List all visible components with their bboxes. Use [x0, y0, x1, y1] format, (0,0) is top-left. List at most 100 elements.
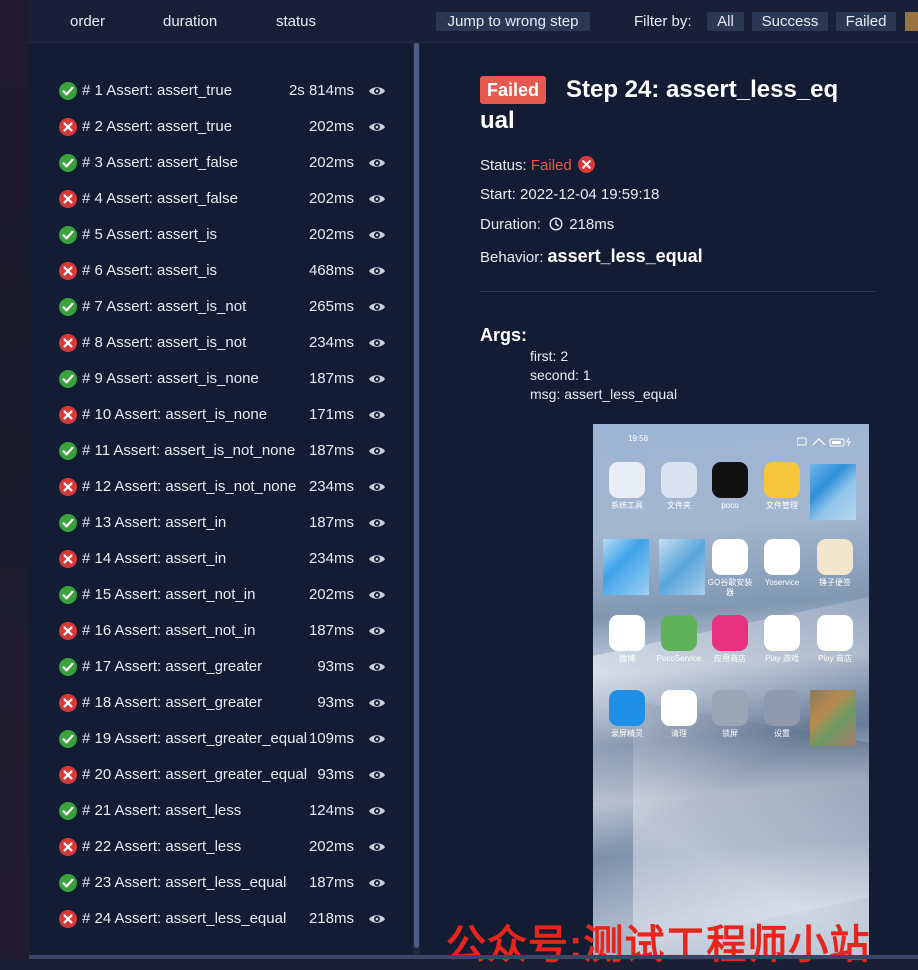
eye-icon[interactable] [368, 912, 386, 931]
app-label: poco [721, 501, 739, 510]
eye-icon[interactable] [368, 336, 386, 355]
step-row[interactable]: # 3 Assert: assert_false 202ms [59, 153, 399, 173]
step-row[interactable]: # 16 Assert: assert_not_in 187ms [59, 621, 399, 641]
arg-first: first: 2 [530, 348, 569, 364]
status-field: Status: Failed [480, 156, 595, 177]
failed-x-icon [59, 550, 77, 568]
app-label: PocoService [656, 654, 702, 663]
detail-divider [480, 291, 875, 292]
eye-icon[interactable] [368, 408, 386, 427]
eye-icon[interactable] [368, 588, 386, 607]
eye-icon[interactable] [368, 300, 386, 319]
eye-icon[interactable] [368, 696, 386, 715]
app-icon-tile [764, 615, 800, 651]
start-value: 2022-12-04 19:59:18 [520, 186, 660, 203]
step-name: # 12 Assert: assert_is_not_none [82, 478, 297, 495]
app-label: 锤子便签 [819, 578, 851, 587]
eye-icon[interactable] [368, 840, 386, 859]
app-label: 清理 [671, 729, 687, 738]
eye-icon[interactable] [368, 624, 386, 643]
eye-icon[interactable] [368, 192, 386, 211]
step-name: # 18 Assert: assert_greater [82, 694, 263, 711]
sort-order-header[interactable]: order [70, 13, 105, 30]
app-icon-tile [609, 690, 645, 726]
duration-label: Duration: [480, 216, 541, 233]
panel-scrollbar[interactable] [413, 43, 420, 959]
step-row[interactable]: # 19 Assert: assert_greater_equal 109ms [59, 729, 399, 749]
failed-x-icon [59, 118, 77, 136]
step-row[interactable]: # 24 Assert: assert_less_equal 218ms [59, 909, 399, 929]
step-row[interactable]: # 10 Assert: assert_is_none 171ms [59, 405, 399, 425]
step-row[interactable]: # 15 Assert: assert_not_in 202ms [59, 585, 399, 605]
success-check-icon [59, 442, 77, 460]
phone-status-time: 19:58 [628, 434, 649, 443]
step-duration: 171ms [308, 406, 354, 423]
behavior-field: Behavior: assert_less_equal [480, 246, 703, 267]
desktop-edge [0, 0, 29, 959]
success-check-icon [59, 514, 77, 532]
eye-icon[interactable] [368, 552, 386, 571]
step-row[interactable]: # 17 Assert: assert_greater 93ms [59, 657, 399, 677]
step-row[interactable]: # 18 Assert: assert_greater 93ms [59, 693, 399, 713]
filter-all-button[interactable]: All [707, 12, 744, 31]
step-duration: 93ms [317, 694, 354, 711]
step-name: # 9 Assert: assert_is_none [82, 370, 259, 387]
eye-icon[interactable] [368, 660, 386, 679]
sort-status-header[interactable]: status [276, 13, 316, 30]
step-row[interactable]: # 22 Assert: assert_less 202ms [59, 837, 399, 857]
step-row[interactable]: # 20 Assert: assert_greater_equal 93ms [59, 765, 399, 785]
filter-failed-button[interactable]: Failed [836, 12, 896, 31]
step-name: # 10 Assert: assert_is_none [82, 406, 268, 423]
eye-icon[interactable] [368, 732, 386, 751]
eye-icon[interactable] [368, 516, 386, 535]
step-row[interactable]: # 7 Assert: assert_is_not 265ms [59, 297, 399, 317]
app-label: 录屏精灵 [611, 729, 643, 738]
sort-duration-header[interactable]: duration [163, 13, 217, 30]
device-screenshot: 19:58 系统工具 文件夹 poco 文件管理 GO谷歌安装器 Yoservice 锤子便… [593, 424, 869, 959]
step-row[interactable]: # 9 Assert: assert_is_none 187ms [59, 369, 399, 389]
failed-x-icon [59, 478, 77, 496]
filter-success-button[interactable]: Success [752, 12, 828, 31]
pixelated-app-icon [810, 690, 856, 746]
success-check-icon [59, 298, 77, 316]
step-row[interactable]: # 5 Assert: assert_is 202ms [59, 225, 399, 245]
eye-icon[interactable] [368, 264, 386, 283]
step-row[interactable]: # 21 Assert: assert_less 124ms [59, 801, 399, 821]
eye-icon[interactable] [368, 120, 386, 139]
eye-icon[interactable] [368, 480, 386, 499]
eye-icon[interactable] [368, 228, 386, 247]
step-name: # 19 Assert: assert_greater_equal [82, 730, 308, 747]
clipped-button[interactable] [905, 12, 918, 31]
duration-field: Duration: 218ms [480, 216, 614, 235]
step-duration: 187ms [308, 442, 354, 459]
bottom-scrollbar[interactable] [29, 955, 918, 959]
pixelated-app-icon [603, 539, 649, 595]
step-row[interactable]: # 13 Assert: assert_in 187ms [59, 513, 399, 533]
step-row[interactable]: # 12 Assert: assert_is_not_none 234ms [59, 477, 399, 497]
app-icon-tile [817, 615, 853, 651]
scrollbar-thumb[interactable] [414, 43, 419, 948]
eye-icon[interactable] [368, 84, 386, 103]
failed-x-icon [59, 766, 77, 784]
step-row[interactable]: # 4 Assert: assert_false 202ms [59, 189, 399, 209]
eye-icon[interactable] [368, 444, 386, 463]
step-row[interactable]: # 11 Assert: assert_is_not_none 187ms [59, 441, 399, 461]
eye-icon[interactable] [368, 876, 386, 895]
step-row[interactable]: # 6 Assert: assert_is 468ms [59, 261, 399, 281]
step-name: # 23 Assert: assert_less_equal [82, 874, 287, 891]
failed-x-icon [59, 622, 77, 640]
eye-icon[interactable] [368, 372, 386, 391]
step-row[interactable]: # 23 Assert: assert_less_equal 187ms [59, 873, 399, 893]
clock-icon [549, 217, 563, 235]
eye-icon[interactable] [368, 804, 386, 823]
eye-icon[interactable] [368, 768, 386, 787]
step-row[interactable]: # 14 Assert: assert_in 234ms [59, 549, 399, 569]
step-row[interactable]: # 8 Assert: assert_is_not 234ms [59, 333, 399, 353]
step-duration: 202ms [308, 226, 354, 243]
step-row[interactable]: # 1 Assert: assert_true 2s 814ms [59, 81, 399, 101]
args-heading: Args: [480, 325, 528, 345]
eye-icon[interactable] [368, 156, 386, 175]
jump-to-wrong-step-button[interactable]: Jump to wrong step [436, 12, 590, 31]
success-check-icon [59, 586, 77, 604]
step-row[interactable]: # 2 Assert: assert_true 202ms [59, 117, 399, 137]
